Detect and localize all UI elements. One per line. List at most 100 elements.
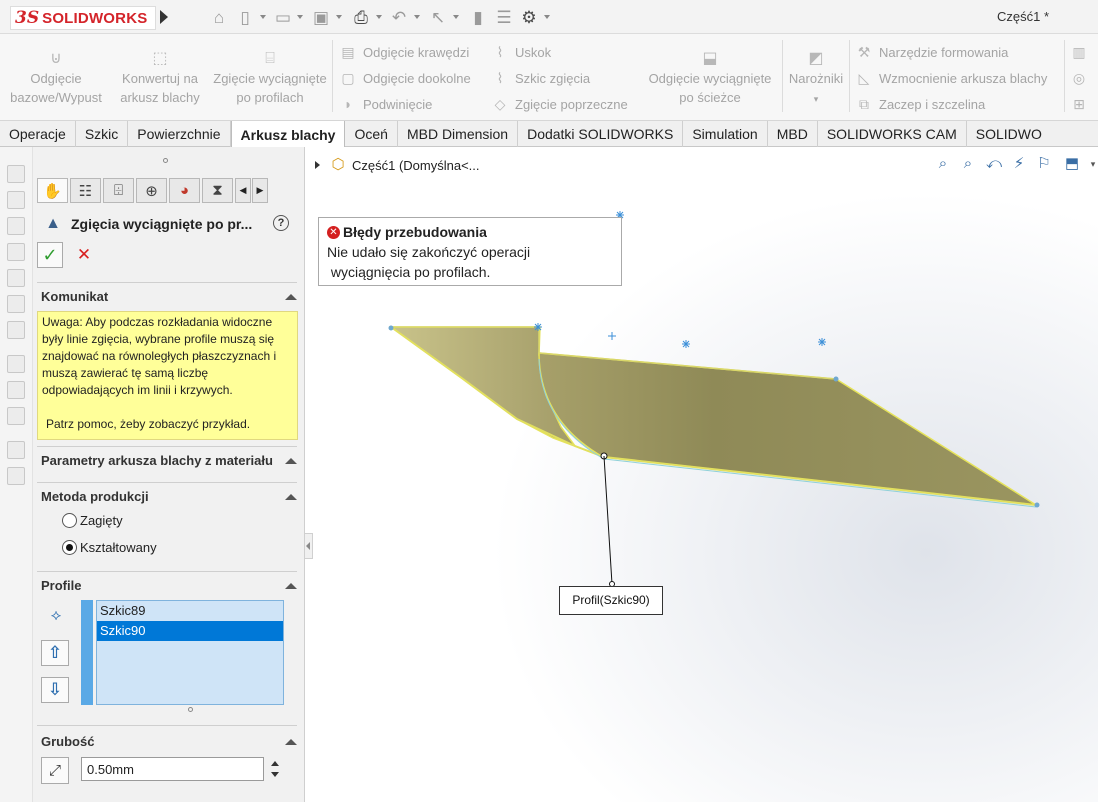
forming-tool-button[interactable]: ⚒ Narzędzie formowania: [855, 42, 1009, 62]
property-manager-tab-icon[interactable]: ✋: [37, 178, 68, 203]
print-dropdown-icon[interactable]: [376, 15, 382, 19]
display-manager-tab-icon[interactable]: ◕: [169, 178, 200, 203]
collapse-caret-icon[interactable]: [285, 738, 297, 745]
open-dropdown-icon[interactable]: [297, 15, 303, 19]
graphics-viewport[interactable]: ⬡ Część1 (Domyślna<... ⌕ ⌕ ⤺ ⚡ ⚐ ⬒ ▾ ✕ B…: [313, 147, 1098, 802]
thickness-section-header[interactable]: Grubość: [41, 734, 299, 749]
tab-mbd-dimension[interactable]: MBD Dimension: [398, 121, 519, 147]
ribbon-overflow-tool-3[interactable]: ⊞: [1070, 94, 1094, 114]
production-section-header[interactable]: Metoda produkcji: [41, 489, 299, 504]
collapse-caret-icon[interactable]: [285, 457, 297, 464]
zoom-to-area-icon[interactable]: ⌕: [959, 155, 977, 173]
radio-ksztaltowany[interactable]: Kształtowany: [62, 540, 157, 555]
base-flange-button[interactable]: ⊍ Odgięcie bazowe/Wypust: [8, 50, 104, 107]
profiles-section-header[interactable]: Profile: [41, 578, 299, 593]
view-orientation-icon[interactable]: ⬒: [1063, 155, 1081, 173]
help-icon[interactable]: ?: [273, 215, 289, 231]
lofted-bend-button[interactable]: ⌸ Zgięcie wyciągnięte po profilach: [208, 50, 332, 107]
tree-part-label[interactable]: Część1 (Domyślna<...: [352, 158, 480, 173]
radio-circle-icon[interactable]: [62, 513, 77, 528]
jog-button[interactable]: ⌇ Uskok: [491, 42, 552, 62]
radio-zagiety[interactable]: Zagięty: [62, 513, 123, 528]
corners-dropdown-icon[interactable]: ▾: [814, 94, 819, 104]
strip-tool-icon[interactable]: [7, 441, 25, 459]
save-dropdown-icon[interactable]: [336, 15, 342, 19]
tab-powierzchnie[interactable]: Powierzchnie: [128, 121, 231, 147]
section-view-icon[interactable]: ⚡: [1010, 155, 1028, 173]
strip-tool-icon[interactable]: [7, 467, 25, 485]
cancel-button[interactable]: ✕: [71, 242, 97, 268]
profiles-list[interactable]: Szkic89 Szkic90: [96, 600, 284, 705]
message-section-header[interactable]: Komunikat: [41, 289, 299, 304]
collapse-caret-icon[interactable]: [285, 493, 297, 500]
sheet-metal-gusset-button[interactable]: ◺ Wzmocnienie arkusza blachy: [855, 68, 1048, 88]
dimxpert-tab-icon[interactable]: ⊕: [136, 178, 167, 203]
feature-tree-flyout[interactable]: ⬡ Część1 (Domyślna<...: [315, 157, 480, 173]
solidworks-logo[interactable]: 3S SOLIDWORKS: [10, 6, 156, 30]
rebuild-icon[interactable]: ▮: [468, 8, 488, 28]
sheet-params-section-header[interactable]: Parametry arkusza blachy z materiału: [41, 453, 299, 468]
panel-resize-grip[interactable]: [163, 158, 168, 163]
tab-solidworks-cam[interactable]: SOLIDWORKS CAM: [818, 121, 967, 147]
tree-expand-icon[interactable]: [315, 161, 320, 169]
strip-tool-icon[interactable]: [7, 217, 25, 235]
spin-up-icon[interactable]: [271, 761, 279, 766]
profile-item-szkic90[interactable]: Szkic90: [97, 621, 283, 641]
tab-dodatki-solidworks[interactable]: Dodatki SOLIDWORKS: [518, 121, 684, 147]
profile-callout-label[interactable]: Profil(Szkic90): [559, 586, 663, 615]
collapse-caret-icon[interactable]: [285, 582, 297, 589]
options-gear-icon[interactable]: ⚙: [518, 8, 540, 28]
open-folder-icon[interactable]: ▭: [272, 8, 294, 28]
strip-tool-icon[interactable]: [7, 165, 25, 183]
tabs-scroll-left-icon[interactable]: ◀: [235, 178, 251, 203]
strip-tool-icon[interactable]: [7, 355, 25, 373]
spin-down-icon[interactable]: [271, 772, 279, 777]
ribbon-overflow-tool-1[interactable]: ▥: [1070, 42, 1094, 62]
radio-circle-checked-icon[interactable]: [62, 540, 77, 555]
strip-tool-icon[interactable]: [7, 269, 25, 287]
save-icon[interactable]: ▣: [310, 8, 332, 28]
undo-dropdown-icon[interactable]: [414, 15, 420, 19]
swept-flange-button[interactable]: ⬓ Odgięcie wyciągnięte po ścieżce: [640, 50, 780, 107]
move-up-button[interactable]: ⇧: [41, 640, 69, 666]
tab-and-slot-button[interactable]: ⧉ Zaczep i szczelina: [855, 94, 985, 114]
print-icon[interactable]: ⎙: [349, 8, 373, 28]
profile-item-szkic89[interactable]: Szkic89: [97, 601, 283, 621]
undo-icon[interactable]: ↶: [388, 8, 410, 28]
tab-ocen[interactable]: Oceń: [345, 121, 398, 147]
menu-expand-icon[interactable]: [160, 10, 168, 24]
sketch-point[interactable]: [1034, 502, 1040, 508]
edge-flange-button[interactable]: ▤ Odgięcie krawędzi: [339, 42, 469, 62]
cross-break-button[interactable]: ◇ Zgięcie poprzeczne: [491, 94, 628, 114]
feature-tree-tab-icon[interactable]: ☷: [70, 178, 101, 203]
ok-button[interactable]: ✓: [37, 242, 63, 268]
sketched-bend-button[interactable]: ⌇ Szkic zgięcia: [491, 68, 591, 88]
strip-tool-icon[interactable]: [7, 295, 25, 313]
thickness-direction-icon[interactable]: ⤢: [41, 757, 69, 784]
file-properties-icon[interactable]: ☰: [494, 8, 514, 28]
move-down-button[interactable]: ⇩: [41, 677, 69, 703]
strip-tool-icon[interactable]: [7, 243, 25, 261]
list-resize-grip[interactable]: [188, 707, 193, 712]
tab-simulation[interactable]: Simulation: [683, 121, 768, 147]
thickness-spinner[interactable]: [269, 757, 283, 781]
tab-arkusz-blachy[interactable]: Arkusz blachy: [230, 121, 346, 148]
tabs-scroll-right-icon[interactable]: ▶: [252, 178, 268, 203]
corners-button[interactable]: ◩ Narożniki ▾: [784, 50, 848, 109]
home-icon[interactable]: ⌂: [208, 8, 230, 28]
zoom-to-fit-icon[interactable]: ⌕: [934, 155, 952, 173]
strip-tool-icon[interactable]: [7, 191, 25, 209]
strip-tool-icon[interactable]: [7, 381, 25, 399]
tab-mbd[interactable]: MBD: [768, 121, 818, 147]
options-dropdown-icon[interactable]: [544, 15, 550, 19]
ribbon-overflow-tool-2[interactable]: ◎: [1070, 68, 1094, 88]
cam-tab-icon[interactable]: ⧗: [202, 178, 233, 203]
previous-view-icon[interactable]: ⤺: [985, 155, 1003, 173]
strip-tool-icon[interactable]: [7, 321, 25, 339]
convert-to-sheet-metal-button[interactable]: ⬚ Konwertuj na arkusz blachy: [112, 50, 208, 107]
new-document-icon[interactable]: ▯: [234, 8, 256, 28]
thickness-input[interactable]: [81, 757, 264, 781]
configuration-tab-icon[interactable]: ⌹: [103, 178, 134, 203]
panel-collapse-handle[interactable]: [305, 533, 313, 559]
tab-operacje[interactable]: Operacje: [0, 121, 76, 147]
